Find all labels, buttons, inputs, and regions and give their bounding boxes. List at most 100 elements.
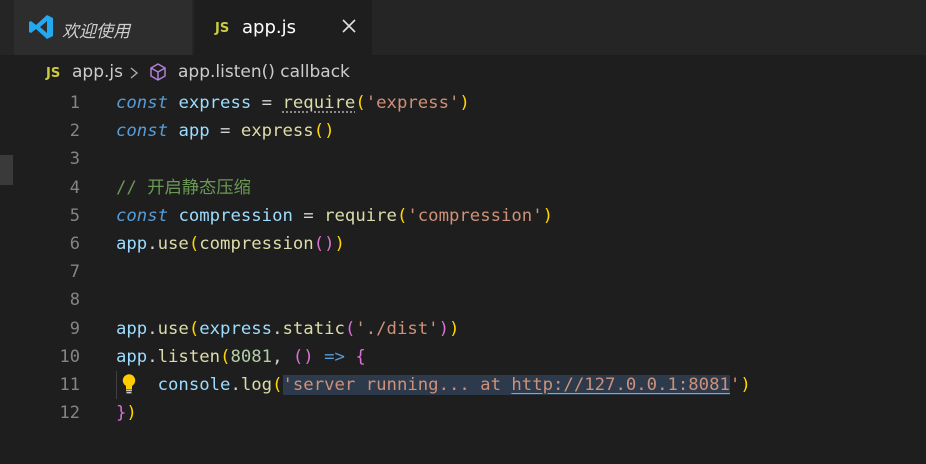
code-token: http://127.0.0.1:8081 xyxy=(511,374,730,395)
tab-app-js[interactable]: JS app.js xyxy=(194,0,372,55)
code-token: , xyxy=(272,346,293,367)
code-token: 8081 xyxy=(230,346,273,367)
code-token: () xyxy=(313,233,335,254)
code-token: compression xyxy=(199,233,314,254)
code-token: . xyxy=(147,318,158,339)
line-numbers: 1 2 3 4 5 6 7 8 9 10 11 12 xyxy=(30,89,80,427)
line-number: 12 xyxy=(59,403,80,424)
code-token: ) xyxy=(542,205,554,226)
js-file-icon: JS xyxy=(215,21,230,36)
line-number: 5 xyxy=(69,205,80,226)
code-token: app xyxy=(116,346,148,367)
code-token: static xyxy=(282,318,345,339)
code-token: . xyxy=(272,318,283,339)
line-number: 2 xyxy=(69,121,80,142)
line-number: 10 xyxy=(59,346,80,367)
code-token: . xyxy=(230,374,241,395)
line-number: 6 xyxy=(69,233,80,254)
code-token: express xyxy=(240,121,314,142)
code-token: ) xyxy=(334,233,345,254)
code-token: ) xyxy=(448,318,460,339)
code-token: () xyxy=(313,121,335,142)
code-token: } xyxy=(116,403,127,424)
code-line[interactable]: const express = require('express') xyxy=(116,89,751,117)
code-token: = xyxy=(251,93,283,113)
line-number: 7 xyxy=(69,262,80,283)
code-token: express xyxy=(199,318,273,339)
code-line[interactable]: app.use(express.static('./dist')) xyxy=(116,315,751,343)
code-editor[interactable]: 1 2 3 4 5 6 7 8 9 10 11 12 const express = require(… xyxy=(0,89,926,464)
line-number: 11 xyxy=(59,374,80,395)
code-token: // 开启静态压缩 xyxy=(116,177,251,198)
code-token: 'compression' xyxy=(407,205,543,226)
code-token: ( xyxy=(344,318,356,339)
code-line[interactable] xyxy=(116,145,751,173)
gutter-marker xyxy=(0,155,13,185)
code-token: ( xyxy=(220,346,231,367)
tab-app-js-label: app.js xyxy=(242,17,296,38)
lightbulb-icon[interactable] xyxy=(121,373,137,395)
code-token: console xyxy=(157,374,231,395)
line-number: 9 xyxy=(69,318,80,339)
code-token: 'express' xyxy=(365,93,460,113)
code-token: ) xyxy=(126,403,137,424)
code-line[interactable]: app.listen(8081, () => { xyxy=(116,343,751,371)
code-token: . xyxy=(147,233,158,254)
code-token: './dist' xyxy=(355,318,439,339)
tab-welcome[interactable]: 欢迎使用 xyxy=(14,0,193,55)
code-token: require xyxy=(282,93,356,113)
code-token: log xyxy=(240,374,273,395)
code-line[interactable]: const app = express() xyxy=(116,117,751,145)
code-line[interactable] xyxy=(116,286,751,314)
cube-icon xyxy=(150,63,166,81)
line-number: 1 xyxy=(69,93,80,113)
code-token: const xyxy=(116,121,169,142)
code-token: . xyxy=(147,346,158,367)
code-token: app xyxy=(116,233,148,254)
breadcrumb: JS app.js app.listen() callback xyxy=(0,56,926,90)
code-token: const xyxy=(116,93,169,113)
code-line[interactable]: app.use(compression()) xyxy=(116,230,751,258)
close-icon[interactable] xyxy=(341,18,357,34)
chevron-right-icon xyxy=(130,67,139,79)
code-token: app xyxy=(178,121,210,142)
code-token: ( xyxy=(272,374,283,395)
breadcrumb-js-icon: JS xyxy=(46,66,61,81)
code-line[interactable]: // 开启静态压缩 xyxy=(116,174,751,202)
code-token: compression xyxy=(178,205,293,226)
line-number: 8 xyxy=(69,290,80,311)
code-token: => xyxy=(324,346,345,367)
code-line[interactable]: const compression = require('compression… xyxy=(116,202,751,230)
tab-bar: 欢迎使用 JS app.js xyxy=(0,0,926,55)
code-token: app xyxy=(116,318,148,339)
code-token: 'server running... at xyxy=(282,374,512,395)
breadcrumb-file[interactable]: app.js xyxy=(72,62,123,82)
code-token: ' xyxy=(729,374,741,395)
code-token: = xyxy=(292,205,325,226)
code-token: ( xyxy=(355,93,366,113)
vscode-logo-icon xyxy=(29,15,53,39)
code-token: ( xyxy=(188,318,200,339)
code-token: use xyxy=(157,233,189,254)
code-token: require xyxy=(324,205,397,226)
tab-welcome-label: 欢迎使用 xyxy=(62,22,130,42)
code-token: = xyxy=(209,121,241,142)
line-number: 4 xyxy=(69,177,80,198)
code-line[interactable]: }) xyxy=(116,399,751,427)
code-content[interactable]: const express = require('express') const … xyxy=(116,89,751,427)
code-token: { xyxy=(355,346,366,367)
code-token: ) xyxy=(740,374,751,395)
breadcrumb-symbol[interactable]: app.listen() callback xyxy=(178,62,350,82)
line-number: 3 xyxy=(69,149,80,170)
code-token: express xyxy=(178,93,252,113)
code-line[interactable] xyxy=(116,258,751,286)
code-token: listen xyxy=(157,346,221,367)
code-token: use xyxy=(157,318,189,339)
code-line[interactable]: console.log('server running... at http:/… xyxy=(116,371,751,399)
code-token: ) xyxy=(459,93,470,113)
code-token: ) xyxy=(438,318,449,339)
code-token: ( xyxy=(188,233,200,254)
